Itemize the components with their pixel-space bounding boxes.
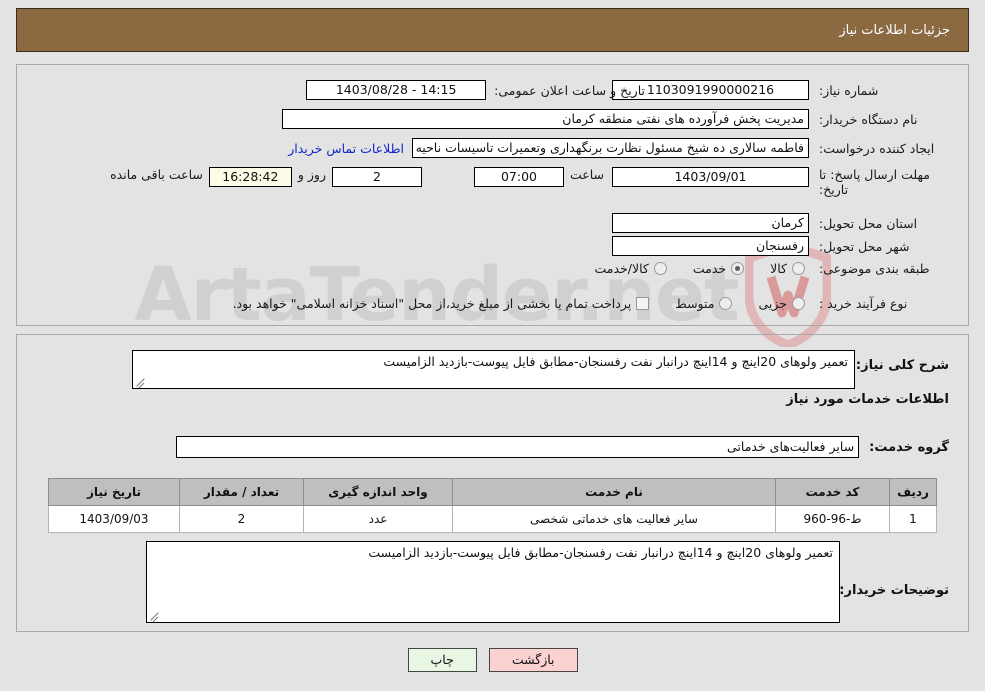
category-option-kala[interactable]: کالا — [770, 261, 805, 276]
announce-datetime-value: 14:15 - 1403/08/28 — [306, 80, 487, 100]
col-code: کد خدمت — [775, 478, 890, 506]
category-option-khedmat[interactable]: خدمت — [692, 261, 745, 276]
announce-datetime-row: تاریخ و ساعت اعلان عمومی: 14:15 - 1403/0… — [306, 80, 645, 100]
buyer-org-label: نام دستگاه خریدار: — [819, 111, 918, 127]
description-label: شرح کلی نیاز: — [855, 358, 949, 373]
treasury-bond-option[interactable]: پرداخت تمام یا بخشی از مبلغ خرید،از محل … — [233, 296, 650, 311]
category-label: طبقه بندی موضوعی: — [819, 261, 930, 276]
requester-value: فاطمه سالاری ده شیخ مسئول نظارت برنگهدار… — [412, 138, 809, 158]
deadline-time-value: 07:00 — [473, 167, 564, 187]
col-radif: ردیف — [889, 478, 937, 506]
province-value: کرمان — [612, 213, 809, 233]
province-row: استان محل تحویل: کرمان — [612, 213, 949, 233]
table-header-row: ردیف کد خدمت نام خدمت واحد اندازه گیری ت… — [48, 478, 937, 506]
cell-need-date: 1403/09/03 — [48, 505, 180, 533]
cell-code: ط-96-960 — [775, 505, 890, 533]
need-number-row: شماره نیاز: 1103091990000216 — [612, 80, 949, 100]
button-bar: بازگشت چاپ — [0, 648, 985, 672]
process-option-jozee[interactable]: جزیی — [758, 296, 805, 311]
service-group-label: گروه خدمت: — [869, 439, 949, 455]
resize-grip-icon[interactable] — [135, 375, 147, 387]
services-table-wrapper: ردیف کد خدمت نام خدمت واحد اندازه گیری ت… — [48, 478, 937, 533]
category-row: طبقه بندی موضوعی: کالا خدمت کالا/خدمت — [568, 261, 949, 276]
purchase-process-row: نوع فرآیند خرید : جزیی متوسط پرداخت تمام… — [233, 296, 949, 311]
deadline-time-label: ساعت — [569, 167, 604, 182]
deadline-countdown-suffix: ساعت باقی مانده — [110, 167, 203, 182]
need-number-label: شماره نیاز: — [819, 82, 879, 98]
radio-kala-icon[interactable] — [792, 262, 805, 275]
purchase-process-label: نوع فرآیند خرید : — [819, 296, 908, 311]
cell-radif: 1 — [889, 505, 937, 533]
deadline-row: مهلت ارسال پاسخ: تا تاریخ: 1403/09/01 سا… — [110, 167, 949, 197]
services-section-title: اطلاعات خدمات مورد نیاز — [786, 392, 949, 407]
city-value: رفسنجان — [612, 236, 809, 256]
radio-khedmat-icon[interactable] — [731, 262, 745, 275]
buyer-notes-resize-grip-icon[interactable] — [149, 609, 161, 621]
page-header: جزئیات اطلاعات نیاز — [16, 8, 969, 52]
cell-unit: عدد — [303, 505, 453, 533]
services-table: ردیف کد خدمت نام خدمت واحد اندازه گیری ت… — [48, 478, 937, 533]
radio-motavaset-icon[interactable] — [719, 297, 733, 310]
buyer-notes-textarea[interactable]: تعمیر ولوهای 20اینچ و 14اینچ درانبار نفت… — [146, 541, 840, 623]
process-option-motavaset[interactable]: متوسط — [675, 296, 733, 311]
table-row: 1 ط-96-960 سایر فعالیت های خدماتی شخصی ع… — [48, 505, 937, 533]
requester-row: ایجاد کننده درخواست: فاطمه سالاری ده شیخ… — [288, 138, 949, 158]
deadline-label: مهلت ارسال پاسخ: تا تاریخ: — [819, 167, 930, 197]
checkbox-treasury-bond-icon[interactable] — [636, 297, 650, 310]
deadline-countdown-value: 16:28:42 — [208, 167, 292, 187]
col-need-date: تاریخ نیاز — [48, 478, 180, 506]
service-group-value: سایر فعالیت‌های خدماتی — [176, 436, 860, 458]
print-button[interactable]: چاپ — [407, 648, 477, 672]
col-name: نام خدمت — [452, 478, 776, 506]
city-row: شهر محل تحویل: رفسنجان — [612, 236, 949, 256]
province-label: استان محل تحویل: — [819, 215, 918, 231]
category-option-khedmat-label: خدمت — [692, 261, 727, 276]
city-label: شهر محل تحویل: — [819, 238, 910, 254]
cell-name: سایر فعالیت های خدماتی شخصی — [452, 505, 776, 533]
buyer-notes-value: تعمیر ولوهای 20اینچ و 14اینچ درانبار نفت… — [368, 545, 833, 560]
description-value: تعمیر ولوهای 20اینچ و 14اینچ درانبار نفت… — [383, 354, 848, 369]
service-group-row: گروه خدمت: سایر فعالیت‌های خدماتی — [176, 436, 949, 458]
process-option-jozee-label: جزیی — [758, 296, 787, 311]
page-title: جزئیات اطلاعات نیاز — [839, 22, 950, 38]
category-option-kala-khedmat-label: کالا/خدمت — [594, 261, 649, 276]
buyer-notes-label: توضیحات خریدار: — [839, 583, 949, 598]
category-option-kala-khedmat[interactable]: کالا/خدمت — [594, 261, 667, 276]
category-options: کالا خدمت کالا/خدمت — [568, 261, 805, 276]
deadline-date-value: 1403/09/01 — [612, 167, 809, 187]
deadline-days-value: 2 — [331, 167, 422, 187]
back-button[interactable]: بازگشت — [488, 648, 578, 672]
description-textarea[interactable]: تعمیر ولوهای 20اینچ و 14اینچ درانبار نفت… — [132, 350, 855, 389]
process-option-motavaset-label: متوسط — [675, 296, 715, 311]
treasury-bond-note: پرداخت تمام یا بخشی از مبلغ خرید،از محل … — [232, 296, 632, 311]
col-unit: واحد اندازه گیری — [303, 478, 453, 506]
announce-datetime-label: تاریخ و ساعت اعلان عمومی: — [494, 82, 645, 98]
purchase-process-options: جزیی متوسط پرداخت تمام یا بخشی از مبلغ خ… — [233, 296, 805, 311]
cell-qty: 2 — [179, 505, 304, 533]
deadline-days-label: روز و — [297, 167, 326, 182]
col-qty: تعداد / مقدار — [179, 478, 304, 506]
radio-kala-khedmat-icon[interactable] — [653, 262, 667, 275]
buyer-org-value: مدیریت پخش فرآورده های نفتی منطقه کرمان — [282, 109, 809, 129]
buyer-contact-link[interactable]: اطلاعات تماس خریدار — [288, 141, 404, 156]
category-option-kala-label: کالا — [770, 261, 787, 276]
radio-jozee-icon[interactable] — [792, 297, 805, 310]
requester-label: ایجاد کننده درخواست: — [819, 140, 935, 156]
buyer-org-row: نام دستگاه خریدار: مدیریت پخش فرآورده ها… — [282, 109, 949, 129]
